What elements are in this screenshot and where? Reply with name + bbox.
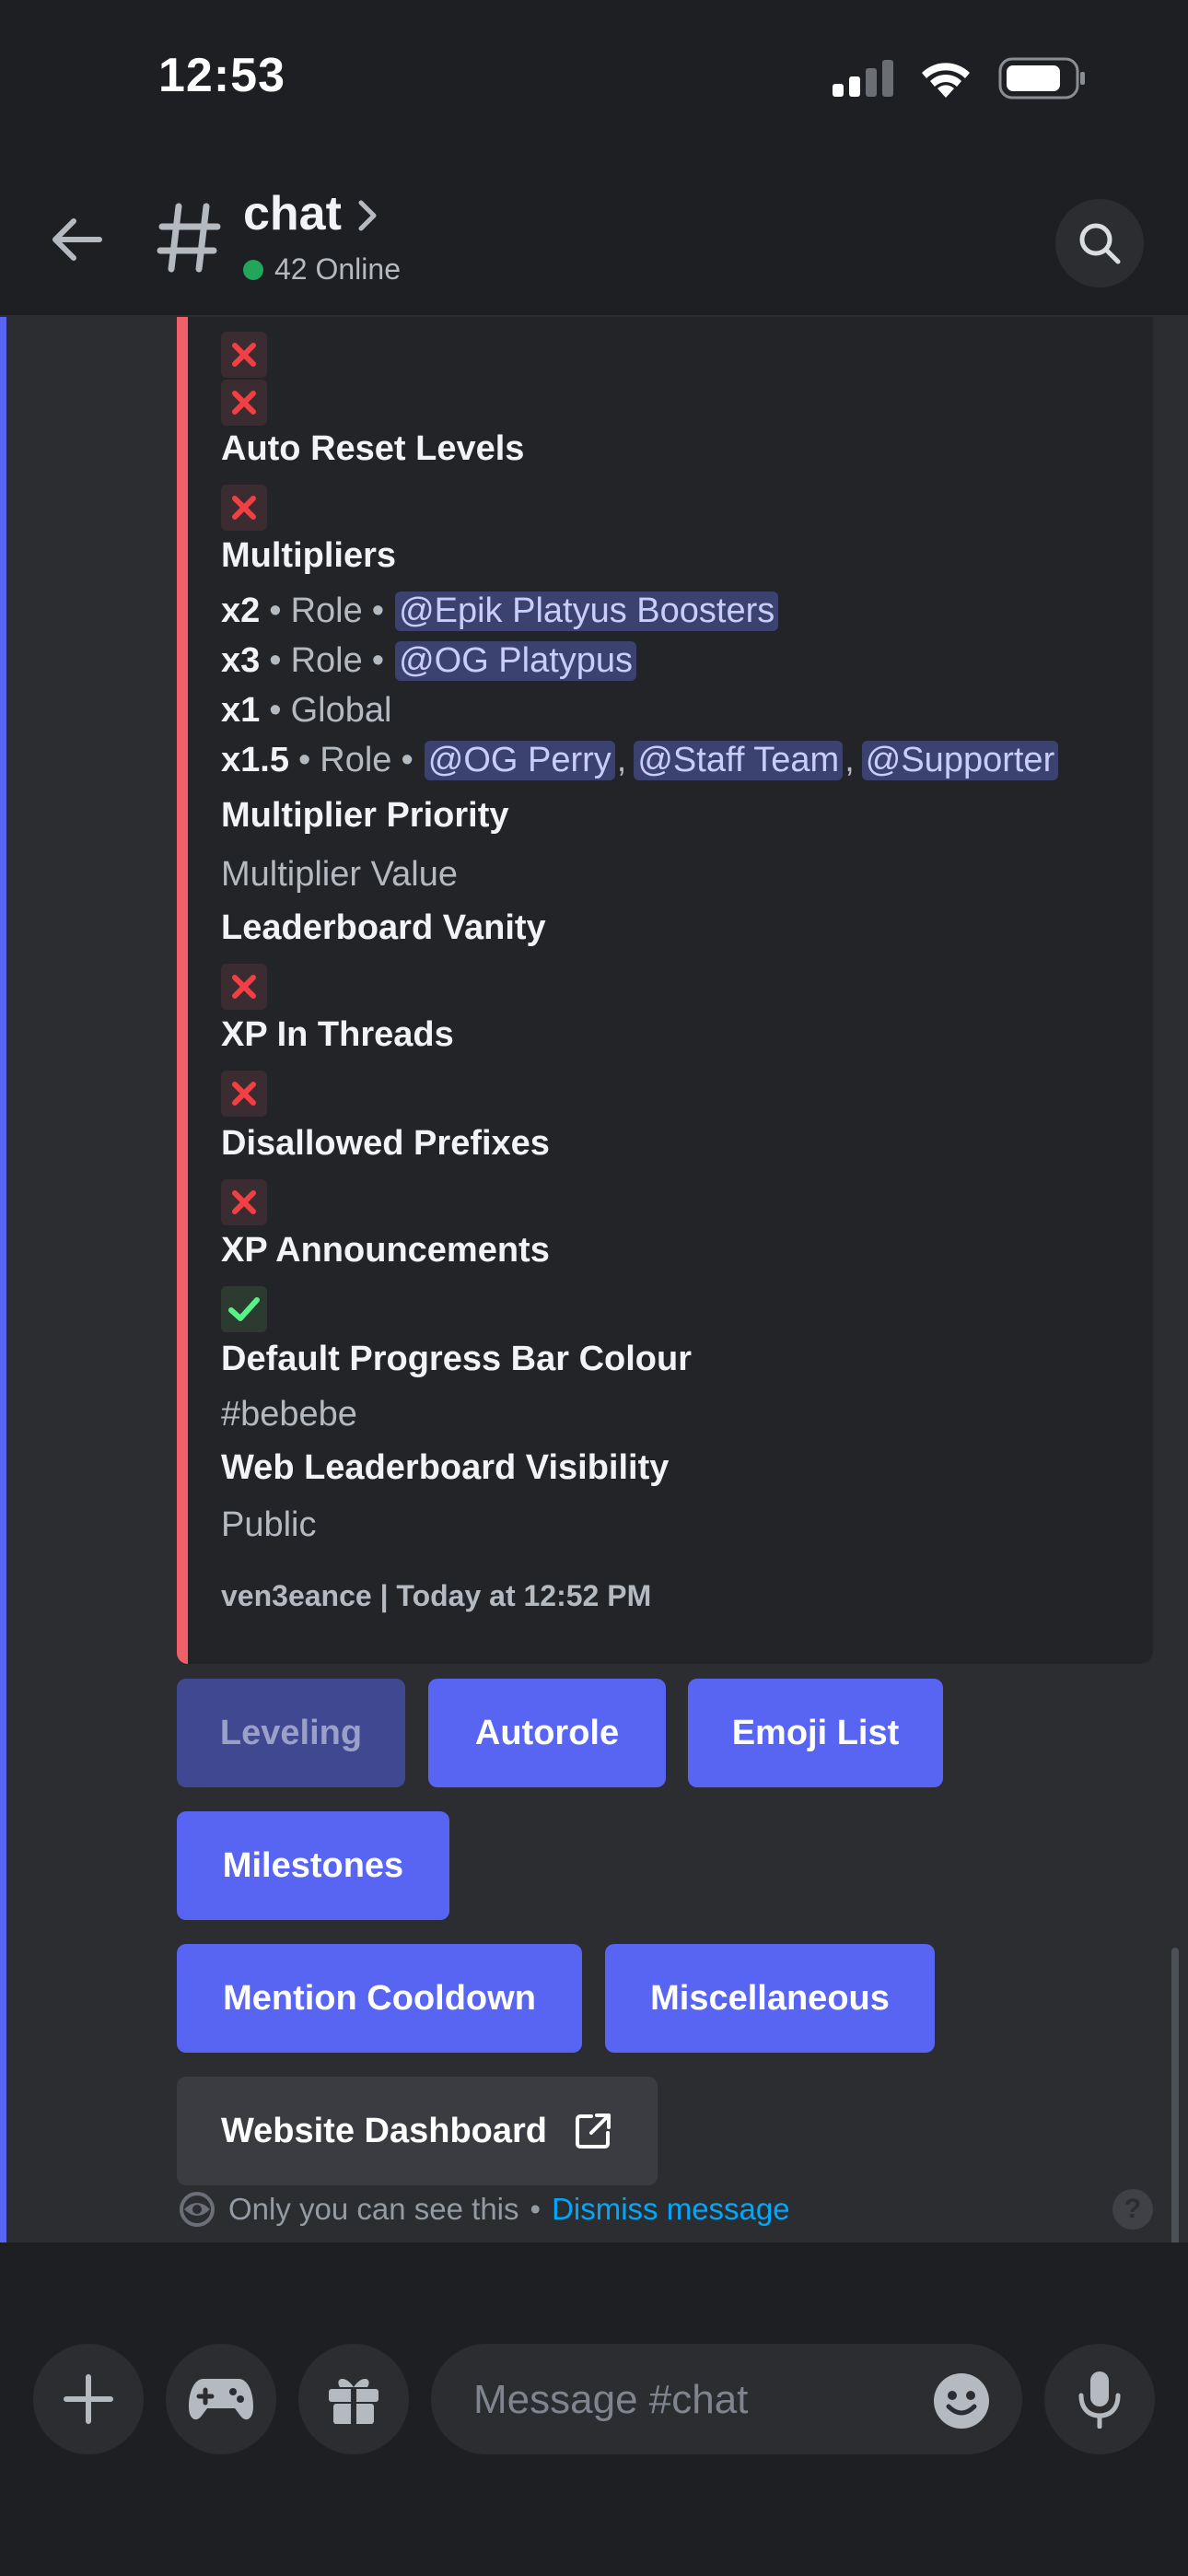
role-mention[interactable]: @Epik Platyus Boosters [395, 591, 779, 631]
x-mark-icon [221, 1071, 267, 1117]
multiplier-type: Role [320, 741, 392, 779]
ephemeral-highlight-bar [0, 317, 6, 2242]
x-mark-icon [221, 485, 267, 531]
leveling-button[interactable]: Leveling [177, 1679, 405, 1787]
multipliers-label: Multipliers [221, 536, 397, 575]
web-leaderboard-visibility-label: Web Leaderboard Visibility [221, 1448, 670, 1487]
chevron-right-icon[interactable] [354, 197, 381, 234]
help-icon[interactable]: ? [1112, 2189, 1153, 2230]
search-button[interactable] [1055, 199, 1144, 287]
embed-footer: ven3eance | Today at 12:52 PM [221, 1579, 652, 1612]
emoji-list-button[interactable]: Emoji List [688, 1679, 943, 1787]
xp-announcements-label: XP Announcements [221, 1231, 550, 1270]
back-arrow-icon[interactable] [46, 210, 105, 269]
online-status: 42 Online [243, 252, 401, 287]
mention-cooldown-button[interactable]: Mention Cooldown [177, 1944, 582, 2053]
message-input[interactable] [472, 2344, 862, 2456]
game-controller-icon [189, 2379, 253, 2420]
channel-hash-icon [157, 203, 221, 273]
multiplier-type: Role [290, 641, 363, 680]
autorole-button[interactable]: Autorole [428, 1679, 666, 1787]
ephemeral-notice: Only you can see this • Dismiss message [177, 2191, 790, 2228]
microphone-icon [1078, 2371, 1121, 2429]
check-mark-icon [221, 1286, 267, 1332]
gift-button[interactable] [298, 2344, 409, 2454]
message-composer [0, 2242, 1188, 2576]
multiplier-value: x3 [221, 641, 261, 680]
gift-icon [329, 2378, 379, 2424]
message-input-container[interactable] [431, 2344, 1022, 2456]
leaderboard-vanity-label: Leaderboard Vanity [221, 908, 546, 947]
ephemeral-bullet: • [530, 2192, 542, 2226]
cellular-signal-icon [833, 60, 893, 97]
role-mention[interactable]: @OG Perry [424, 741, 615, 780]
role-mention[interactable]: @OG Platypus [395, 641, 637, 681]
status-icons [833, 57, 1087, 100]
multiplier-type: Role [290, 591, 363, 630]
multiplier-value: x1.5 [221, 741, 289, 779]
search-icon [1079, 223, 1121, 264]
ephemeral-text: Only you can see this [228, 2192, 519, 2226]
auto-reset-levels-label: Auto Reset Levels [221, 429, 525, 468]
multiplier-value: x1 [221, 691, 261, 730]
online-dot-icon [243, 259, 263, 280]
role-mention[interactable]: @Supporter [861, 741, 1059, 780]
voice-message-button[interactable] [1044, 2344, 1155, 2454]
external-link-icon [576, 2113, 611, 2149]
x-mark-icon [221, 1179, 267, 1225]
multiplier-row: x2 • Role • @Epik Platyus Boosters [221, 591, 780, 631]
x-mark-icon [221, 380, 267, 426]
disallowed-prefixes-label: Disallowed Prefixes [221, 1124, 550, 1163]
status-bar: 12:53 [0, 0, 1188, 157]
battery-icon [998, 57, 1085, 100]
x-mark-icon [221, 332, 267, 378]
progress-bar-colour-label: Default Progress Bar Colour [221, 1340, 692, 1378]
online-count: 42 Online [274, 252, 401, 286]
settings-embed: Auto Reset Levels Multipliers x2 • Role • … [177, 317, 1153, 1664]
multiplier-type: Global [290, 691, 392, 730]
multiplier-priority-value: Multiplier Value [221, 855, 458, 894]
dismiss-message-link[interactable]: Dismiss message [552, 2192, 790, 2227]
channel-header: chat 42 Online [0, 157, 1188, 317]
activities-button[interactable] [166, 2344, 276, 2454]
progress-bar-colour-value: #bebebe [221, 1395, 357, 1434]
miscellaneous-button[interactable]: Miscellaneous [605, 1944, 935, 2053]
attach-button[interactable] [33, 2344, 144, 2454]
xp-in-threads-label: XP In Threads [221, 1015, 454, 1054]
multiplier-row: x3 • Role • @OG Platypus [221, 641, 638, 681]
eye-icon [180, 2192, 215, 2227]
multiplier-row: x1.5 • Role • @OG Perry, @Staff Team, @Sup… [221, 741, 1060, 780]
multiplier-value: x2 [221, 591, 261, 630]
channel-title[interactable]: chat [243, 186, 342, 241]
web-leaderboard-visibility-value: Public [221, 1505, 317, 1544]
multiplier-priority-label: Multiplier Priority [221, 796, 509, 835]
multiplier-row: x1 • Global [221, 691, 392, 730]
x-mark-icon [221, 964, 267, 1010]
scrollbar[interactable] [1171, 1948, 1179, 2242]
emoji-smile-icon[interactable] [932, 2371, 991, 2430]
wifi-icon [922, 63, 970, 98]
status-time: 12:53 [158, 49, 285, 102]
website-dashboard-label: Website Dashboard [220, 2111, 548, 2150]
embed-accent-bar [177, 317, 188, 1664]
plus-icon [64, 2374, 113, 2424]
website-dashboard-button[interactable]: Website Dashboard [177, 2077, 658, 2185]
role-mention[interactable]: @Staff Team [634, 741, 844, 780]
milestones-button[interactable]: Milestones [177, 1811, 449, 1920]
message-area[interactable]: Auto Reset Levels Multipliers x2 • Role • … [0, 317, 1188, 2242]
